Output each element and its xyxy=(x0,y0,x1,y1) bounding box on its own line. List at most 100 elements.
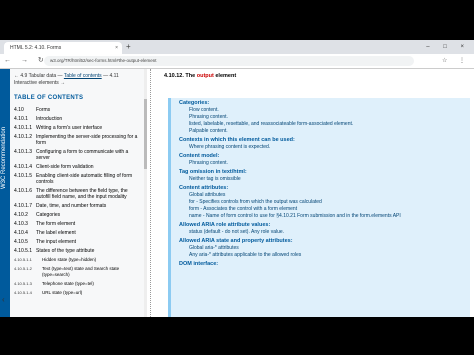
toc-heading: TABLE OF CONTENTS xyxy=(14,95,84,101)
nav-buttons[interactable]: ← → ↻ xyxy=(4,56,48,66)
definition-item: Palpable content. xyxy=(189,128,470,135)
toolbar-icons[interactable]: ☆ ⋮ xyxy=(442,56,470,66)
toc-item-label[interactable]: Hidden state (type=hidden) xyxy=(36,257,142,263)
prev-page-icon[interactable]: ‹ xyxy=(2,295,5,304)
toc-item-number: 4.10.5 xyxy=(14,238,28,245)
toc-item-label[interactable]: Configuring a form to communicate with a… xyxy=(36,149,142,161)
definition-item-text[interactable]: Any aria-* attributes applicable to the … xyxy=(189,252,301,258)
toc-item[interactable]: 4.10.1.4 Client-side form validation xyxy=(10,162,146,171)
toc-item-label[interactable]: URL state (type=url) xyxy=(36,290,142,296)
toc-item-number: 4.10.3 xyxy=(14,220,28,227)
definition-item-text[interactable]: Global attributes xyxy=(189,192,225,198)
toc-item-label[interactable]: Writing a form's user interface xyxy=(36,125,142,131)
toc-list: 4.10 Forms 4.10.1 Introduction 4.10.1.1 Writi… xyxy=(10,105,146,297)
definition-item: Where phrasing content is expected. xyxy=(189,144,470,151)
toc-item[interactable]: 4.10.5.1.3 Telephone state (type=tel) xyxy=(10,279,146,288)
window-controls[interactable]: – □ × xyxy=(426,42,470,52)
toc-item-number: 4.10 xyxy=(14,106,24,113)
tab-close-icon[interactable]: × xyxy=(115,42,118,54)
toc-item-label[interactable]: States of the type attribute xyxy=(36,248,142,254)
toc-item[interactable]: 4.10.2 Categories xyxy=(10,210,146,219)
definition-item: Global attributes xyxy=(189,192,470,199)
toc-item-label[interactable]: Date, time, and number formats xyxy=(36,203,142,209)
definition-item-text[interactable]: Phrasing content. xyxy=(189,114,228,120)
toc-item[interactable]: 4.10 Forms xyxy=(10,105,146,114)
definition-item-text[interactable]: Global aria-* attributes xyxy=(189,245,239,251)
section-title-suffix: element xyxy=(215,73,237,79)
section-marker xyxy=(150,69,154,317)
definition-item-text[interactable]: status (default - do not set). Any role … xyxy=(189,229,284,235)
toc-item[interactable]: 4.10.1.3 Configuring a form to communicat… xyxy=(10,147,146,162)
toc-item[interactable]: 4.10.1.1 Writing a form's user interface xyxy=(10,123,146,132)
breadcrumb-prev[interactable]: ← 4.9 Tabular data — xyxy=(14,73,63,79)
browser-tab[interactable]: HTML 5.2: 4.10. Forms × xyxy=(4,42,122,54)
toc-item-label[interactable]: The form element xyxy=(36,221,142,227)
definition-item-text[interactable]: Flow content. xyxy=(189,107,219,113)
toc-item[interactable]: 4.10.5.1.1 Hidden state (type=hidden) xyxy=(10,255,146,264)
toc-item-number: 4.10.2 xyxy=(14,211,28,218)
tab-bar: HTML 5.2: 4.10. Forms × + – □ × xyxy=(0,40,474,54)
toc-item[interactable]: 4.10.5.1.2 Text (type=text) state and Sea… xyxy=(10,264,146,279)
definition-item-text[interactable]: listed, labelable, resettable, and reass… xyxy=(189,121,353,127)
toc-item[interactable]: 4.10.3 The form element xyxy=(10,219,146,228)
toc-item-number: 4.10.1 xyxy=(14,115,28,122)
definition-term[interactable]: Content attributes: xyxy=(179,185,470,192)
element-definition-box: Categories: Flow content. Phrasing content… xyxy=(168,98,470,317)
toc-item-label[interactable]: The difference between the field type, t… xyxy=(36,188,142,200)
w3c-badge[interactable]: W3C Recommendation xyxy=(0,69,10,317)
definition-item: listed, labelable, resettable, and reass… xyxy=(189,121,470,128)
definition-item-text[interactable]: name - Name of form control to use for §… xyxy=(189,213,401,219)
definition-term[interactable]: Tag omission in text/html: xyxy=(179,169,470,176)
toc-item-number: 4.10.1.7 xyxy=(14,202,33,209)
toc-item-label[interactable]: Introduction xyxy=(36,116,142,122)
toc-item-label[interactable]: The input element xyxy=(36,239,142,245)
toc-scroll-thumb[interactable] xyxy=(144,99,147,169)
url-field[interactable]: w3.org/TR/html52/sec-forms.html#the-outp… xyxy=(44,56,414,66)
definition-term[interactable]: DOM interface: xyxy=(179,261,470,268)
definition-term[interactable]: Allowed ARIA state and property attribut… xyxy=(179,238,470,245)
toc-scrollbar[interactable] xyxy=(144,69,147,317)
toc-item-label[interactable]: The label element xyxy=(36,230,142,236)
toc-item-label[interactable]: Implementing the server-side processing … xyxy=(36,134,142,146)
definition-term[interactable]: Allowed ARIA role attribute values: xyxy=(179,222,470,229)
definition-item-text[interactable]: for - Specifies controls from which the … xyxy=(189,199,322,205)
toc-item[interactable]: 4.10.1.6 The difference between the field… xyxy=(10,186,146,201)
tab-title: HTML 5.2: 4.10. Forms xyxy=(10,45,62,51)
toc-item-number: 4.10.1.5 xyxy=(14,172,33,179)
toc-item-label[interactable]: Client-side form validation xyxy=(36,164,142,170)
definition-term[interactable]: Content model: xyxy=(179,153,470,160)
definition-term[interactable]: Categories: xyxy=(179,100,470,107)
definition-item: form - Associates the control with a for… xyxy=(189,206,470,213)
toc-item[interactable]: 4.10.5 The input element xyxy=(10,237,146,246)
toc-item[interactable]: 4.10.4 The label element xyxy=(10,228,146,237)
definition-item: status (default - do not set). Any role … xyxy=(189,229,470,236)
definition-term[interactable]: Contexts in which this element can be us… xyxy=(179,137,470,144)
section-element-name[interactable]: output xyxy=(197,73,214,79)
definition-item-text[interactable]: Neither tag is omissible xyxy=(189,176,241,182)
toc-item-number: 4.10.1.4 xyxy=(14,163,33,170)
definition-item-text[interactable]: Phrasing content. xyxy=(189,160,228,166)
web-page: W3C Recommendation ← 4.9 Tabular data — … xyxy=(0,69,474,317)
definition-item: name - Name of form control to use for §… xyxy=(189,213,470,220)
new-tab-button[interactable]: + xyxy=(126,42,131,52)
toc-item[interactable]: 4.10.1.7 Date, time, and number formats xyxy=(10,201,146,210)
toc-item[interactable]: 4.10.5.1 States of the type attribute xyxy=(10,246,146,255)
toc-item[interactable]: 4.10.1.2 Implementing the server-side pro… xyxy=(10,132,146,147)
address-bar: ← → ↻ w3.org/TR/html52/sec-forms.html#th… xyxy=(0,54,474,69)
definition-item-text[interactable]: Palpable content. xyxy=(189,128,228,134)
toc-item-number: 4.10.1.6 xyxy=(14,187,33,194)
toc-item-label[interactable]: Enabling client-side automatic filling o… xyxy=(36,173,142,185)
breadcrumb-toc-link[interactable]: Table of contents xyxy=(64,73,102,79)
definition-item: Phrasing content. xyxy=(189,160,470,167)
toc-item[interactable]: 4.10.1.5 Enabling client-side automatic f… xyxy=(10,171,146,186)
toc-item-label[interactable]: Telephone state (type=tel) xyxy=(36,281,142,287)
toc-item-label[interactable]: Categories xyxy=(36,212,142,218)
toc-item[interactable]: 4.10.1 Introduction xyxy=(10,114,146,123)
toc-item-number: 4.10.5.1 xyxy=(14,247,33,254)
definition-item-text[interactable]: form - Associates the control with a for… xyxy=(189,206,297,212)
toc-item[interactable]: 4.10.5.1.4 URL state (type=url) xyxy=(10,288,146,297)
toc-item-label[interactable]: Text (type=text) state and Search state … xyxy=(36,266,142,278)
toc-item-label[interactable]: Forms xyxy=(36,107,142,113)
toc-item-number: 4.10.5.1.2 xyxy=(14,265,32,271)
definition-item-text[interactable]: Where phrasing content is expected. xyxy=(189,144,270,150)
